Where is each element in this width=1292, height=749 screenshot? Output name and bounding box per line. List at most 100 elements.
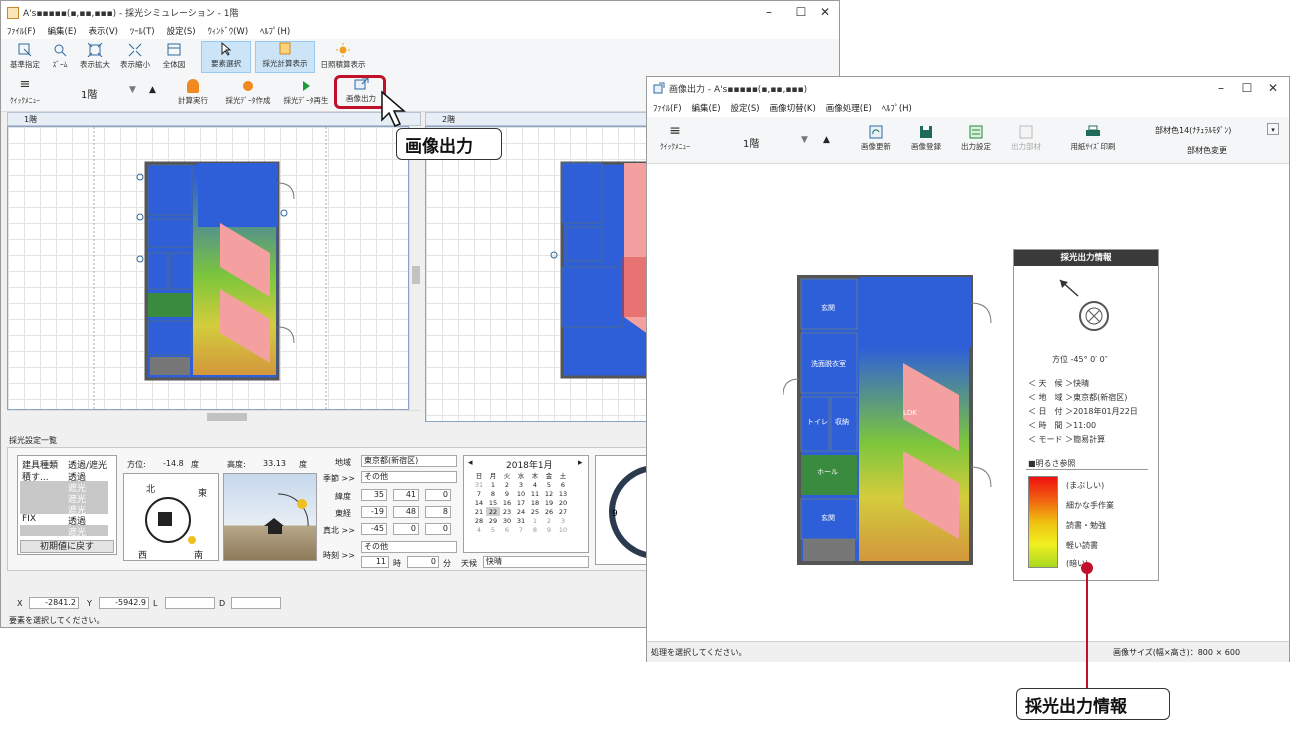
menu-window[interactable]: ｳｨﾝﾄﾞｳ(W) (208, 25, 249, 37)
longitude-min[interactable]: 48 (393, 506, 419, 518)
calendar-day[interactable]: 6 (556, 480, 570, 489)
export-quick-menu-button[interactable]: ≡ ｸｲｯｸﾒﾆｭｰ (651, 124, 699, 152)
export-floor-up-button[interactable]: ▲ (823, 135, 830, 145)
calendar-prev[interactable]: ◂ (468, 458, 473, 468)
pane-1-hscroll-thumb[interactable] (207, 413, 247, 421)
calendar-day[interactable]: 6 (500, 525, 514, 534)
export-menu-file[interactable]: ﾌｧｲﾙ(F) (653, 102, 682, 114)
menu-help[interactable]: ﾍﾙﾌﾟ(H) (260, 25, 290, 37)
menu-view[interactable]: 表示(V) (89, 25, 118, 37)
latitude-sec[interactable]: 0 (425, 489, 451, 501)
output-settings-button[interactable]: 出力設定 (953, 125, 999, 152)
calendar-day[interactable]: 15 (486, 498, 500, 507)
export-close-button[interactable]: ✕ (1257, 77, 1289, 99)
time-button[interactable]: 時刻 >> (323, 550, 355, 561)
refresh-image-button[interactable]: 画像更新 (853, 125, 899, 152)
table-row[interactable]: 積す... 透過 (20, 470, 108, 483)
menu-tools[interactable]: ﾂｰﾙ(T) (130, 25, 155, 37)
reset-defaults-button[interactable]: 初期値に戻す (20, 540, 114, 553)
calendar-day[interactable]: 28 (472, 516, 486, 525)
pane-1-vscroll-thumb[interactable] (412, 266, 420, 284)
calendar-day[interactable]: 27 (556, 507, 570, 516)
calendar-day[interactable]: 3 (514, 480, 528, 489)
region-select[interactable]: 東京都(新宿区) (361, 455, 457, 467)
calendar-day[interactable]: 25 (528, 507, 542, 516)
calendar-day[interactable]: 13 (556, 489, 570, 498)
longitude-sec[interactable]: 8 (425, 506, 451, 518)
calendar-grid[interactable]: 日月火水木金土 31 1 2 3 4 5 6 7 8 9 10 11 12 13 14 15 16 17 18 19 2… (472, 470, 570, 534)
calendar-day[interactable]: 1 (486, 480, 500, 489)
season-button[interactable]: 季節 >> (323, 473, 355, 484)
calendar-day[interactable]: 2 (500, 480, 514, 489)
true-north-min[interactable]: 0 (393, 523, 419, 535)
pane-1-canvas[interactable] (7, 126, 409, 410)
longitude-deg[interactable]: -19 (361, 506, 387, 518)
calendar-day[interactable]: 17 (514, 498, 528, 507)
pane-1-vscroll[interactable] (409, 126, 422, 410)
season-select[interactable]: その他 (361, 471, 457, 483)
table-row[interactable]: 遮光 (20, 492, 108, 505)
calendar-day[interactable]: 9 (542, 525, 556, 534)
weather-select[interactable]: 快晴 (483, 556, 589, 568)
daylight-calc-view-button[interactable]: 採光計算表示 (255, 41, 315, 73)
calendar-day[interactable]: 16 (500, 498, 514, 507)
time-minute[interactable]: 0 (407, 556, 439, 568)
calendar-day[interactable]: 23 (500, 507, 514, 516)
select-element-button[interactable]: 要素選択 (201, 41, 251, 73)
table-row[interactable]: FIX 透過 (20, 514, 108, 527)
latitude-deg[interactable]: 35 (361, 489, 387, 501)
export-menu-help[interactable]: ﾍﾙﾌﾟ(H) (882, 102, 912, 114)
calendar-day[interactable]: 20 (556, 498, 570, 507)
export-menu-image-process[interactable]: 画像処理(E) (826, 102, 872, 114)
calendar-day[interactable]: 7 (472, 489, 486, 498)
true-north-deg[interactable]: -45 (361, 523, 387, 535)
play-daylight-data-button[interactable]: 採光ﾃﾞｰﾀ再生 (279, 79, 333, 106)
true-north-button[interactable]: 真北 >> (323, 525, 355, 536)
calendar-day[interactable]: 5 (542, 480, 556, 489)
fit-all-button[interactable]: 全体図 (157, 43, 191, 70)
create-daylight-data-button[interactable]: 採光ﾃﾞｰﾀ作成 (221, 79, 275, 106)
minimize-button[interactable]: – (753, 1, 785, 23)
menu-settings[interactable]: 設定(S) (167, 25, 196, 37)
calendar-day[interactable]: 14 (472, 498, 486, 507)
calendar-day[interactable]: 10 (556, 525, 570, 534)
close-button[interactable]: ✕ (809, 1, 841, 23)
calendar-day[interactable]: 4 (528, 480, 542, 489)
output-members-button[interactable]: 出力部材 (1003, 125, 1049, 152)
floor-up-button[interactable]: ▲ (149, 85, 156, 95)
true-north-sec[interactable]: 0 (425, 523, 451, 535)
paper-size-print-button[interactable]: 用紙ｻｲｽﾞ印刷 (1057, 125, 1129, 152)
menu-file[interactable]: ﾌｧｲﾙ(F) (7, 25, 36, 37)
calendar-day[interactable]: 9 (500, 489, 514, 498)
calendar-day[interactable]: 12 (542, 489, 556, 498)
export-floor-down-button[interactable]: ▼ (801, 135, 808, 145)
register-image-button[interactable]: 画像登録 (903, 125, 949, 152)
calendar-day[interactable]: 5 (486, 525, 500, 534)
calendar-day[interactable]: 26 (542, 507, 556, 516)
calendar-day[interactable]: 22 (486, 507, 500, 516)
calendar-day[interactable]: 7 (514, 525, 528, 534)
table-row[interactable]: 遮光 (20, 481, 108, 494)
material-color-change-button[interactable]: 部材色変更 (1187, 145, 1227, 156)
menu-edit[interactable]: 編集(E) (48, 25, 77, 37)
calendar-day[interactable]: 11 (528, 489, 542, 498)
time-hour[interactable]: 11 (361, 556, 389, 568)
calendar-day[interactable]: 29 (486, 516, 500, 525)
table-row[interactable]: 遮光 (20, 525, 108, 538)
calendar-day[interactable]: 24 (514, 507, 528, 516)
calendar-day[interactable]: 30 (500, 516, 514, 525)
table-row[interactable]: 遮光 (20, 503, 108, 516)
latitude-min[interactable]: 41 (393, 489, 419, 501)
material-color-select[interactable]: 部材色14(ﾅﾁｭﾗﾙﾓﾀﾞﾝ) (1155, 125, 1231, 136)
quick-menu-button[interactable]: ≡ ｸｲｯｸﾒﾆｭｰ (5, 78, 45, 106)
export-menu-edit[interactable]: 編集(E) (692, 102, 721, 114)
calendar-day[interactable]: 4 (472, 525, 486, 534)
sunlight-accum-view-button[interactable]: 日照積算表示 (317, 43, 369, 70)
calendar-day[interactable]: 18 (528, 498, 542, 507)
calendar-day[interactable]: 8 (486, 489, 500, 498)
zoom-out-button[interactable]: 表示縮小 (117, 43, 153, 70)
zoom-in-button[interactable]: 表示拡大 (77, 43, 113, 70)
calendar-day[interactable]: 10 (514, 489, 528, 498)
zoom-button[interactable]: ｽﾞｰﾑ (45, 43, 75, 70)
run-calc-button[interactable]: 計算実行 (173, 79, 213, 106)
